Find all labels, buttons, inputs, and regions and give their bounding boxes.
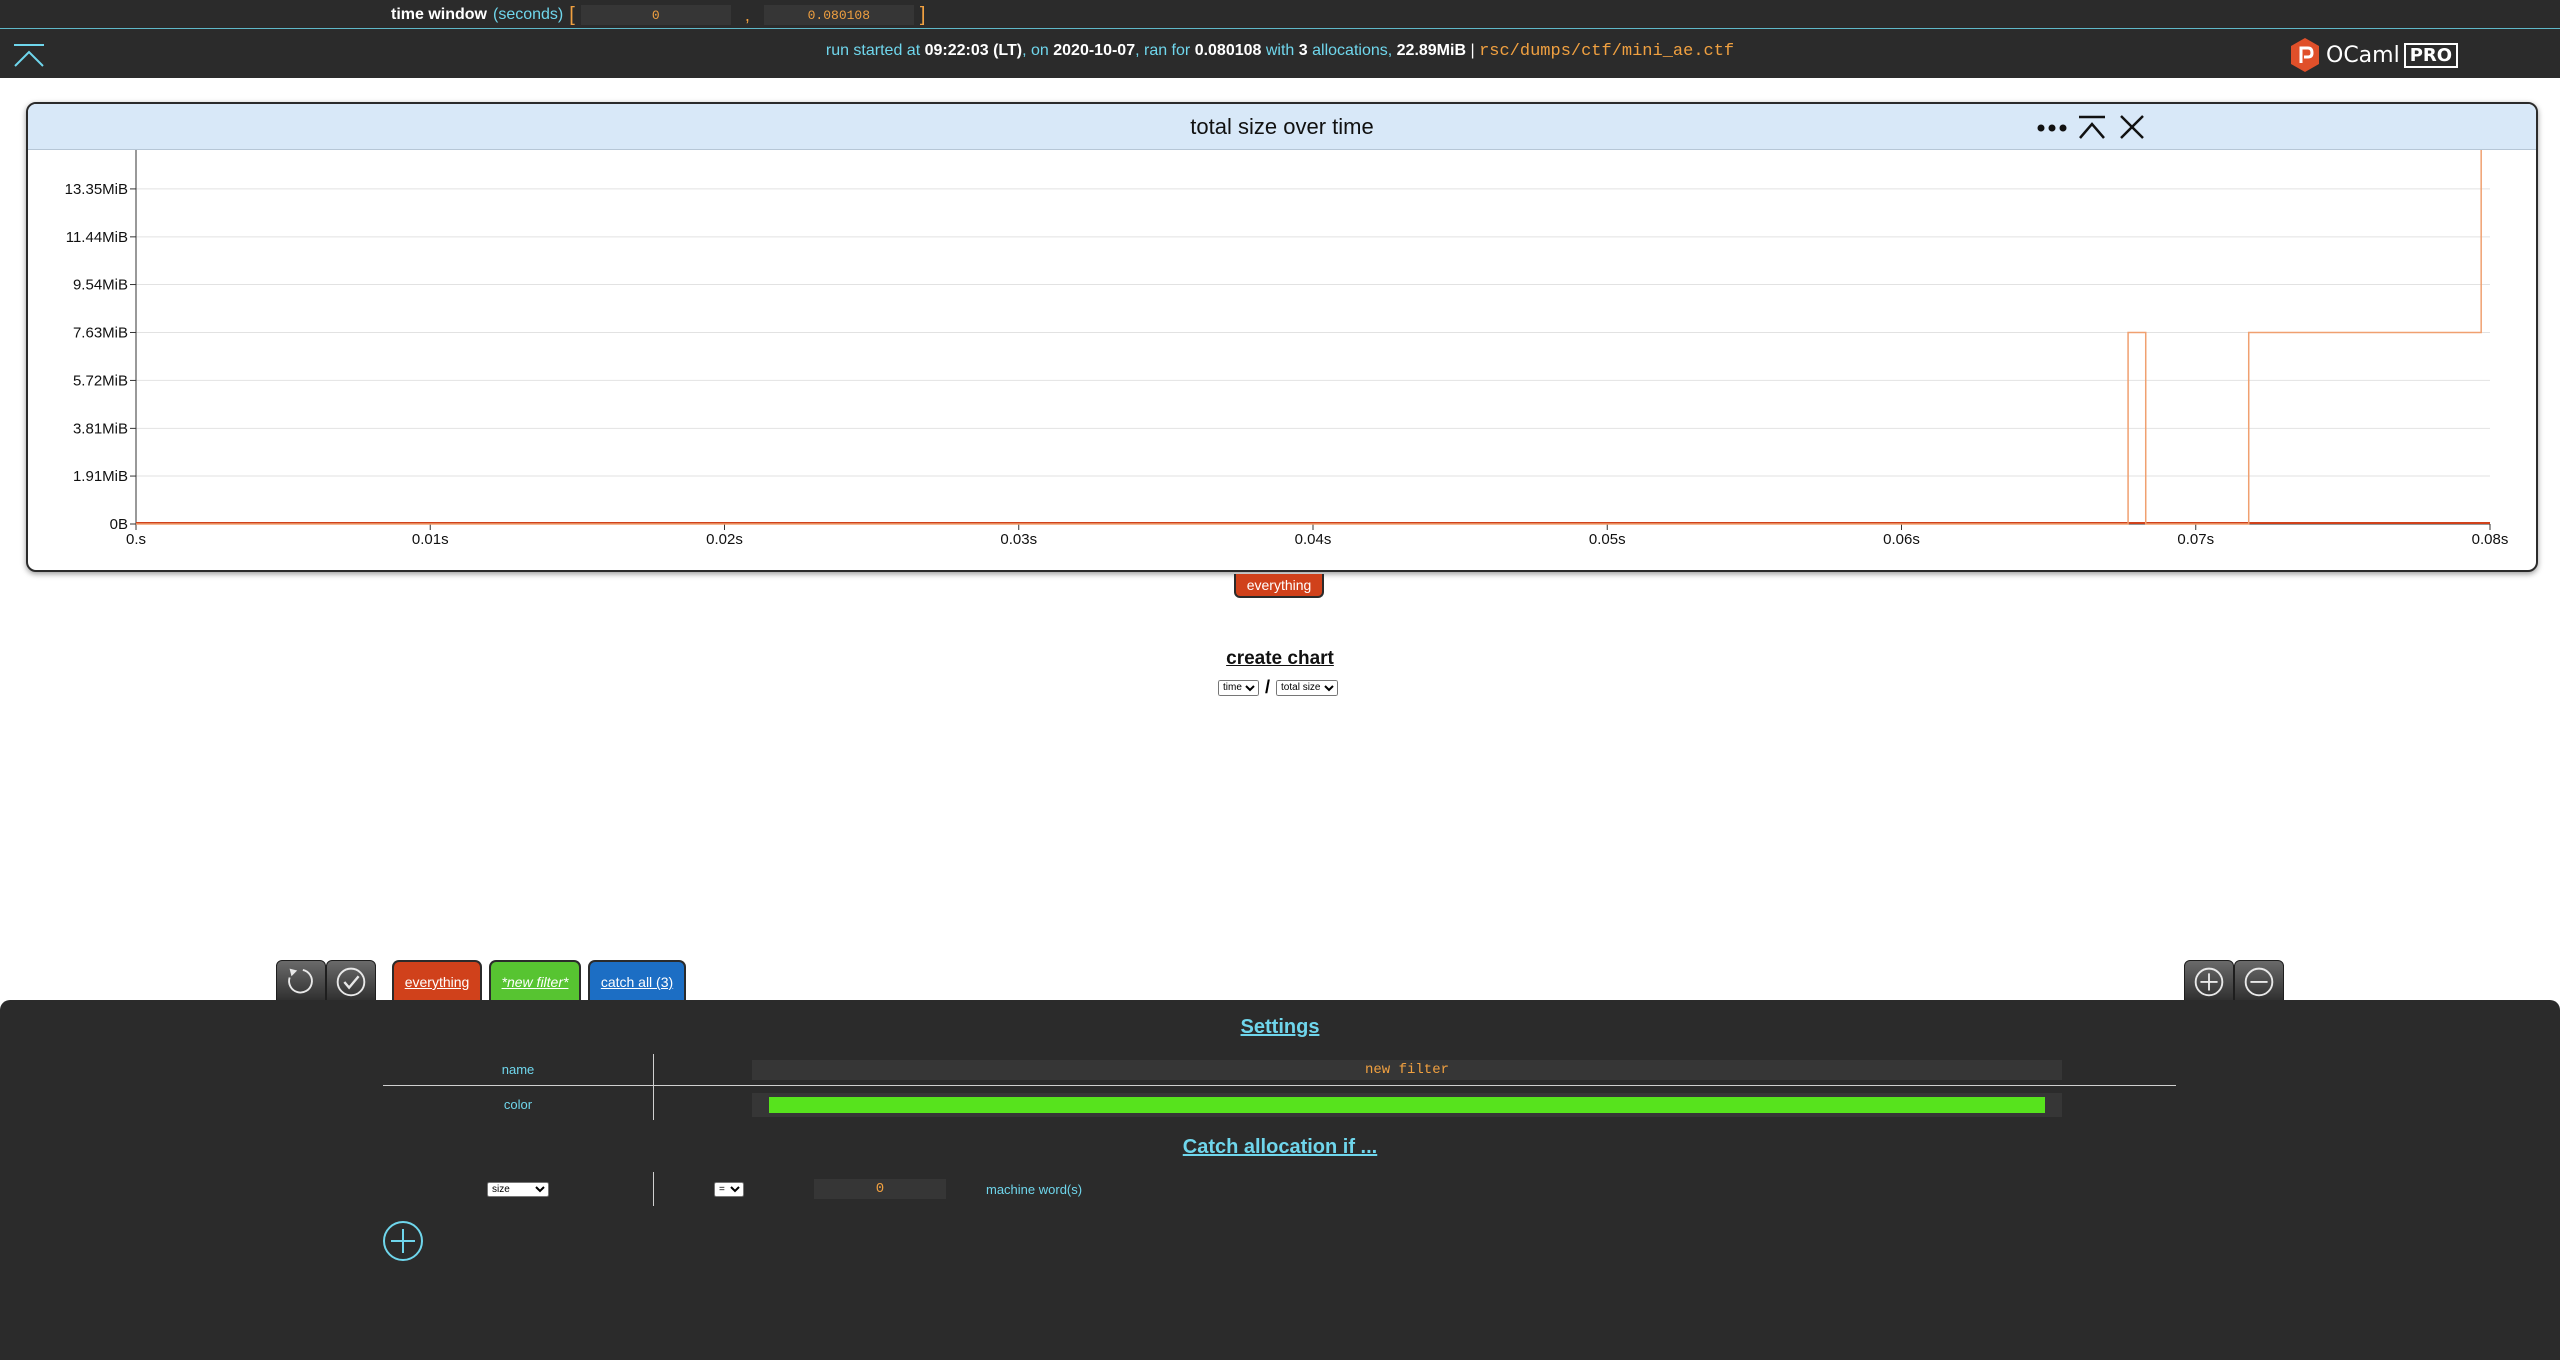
x-tick-label: 0.02s [706,531,743,548]
axis-slash: / [1265,677,1271,697]
chart-title: total size over time [1190,114,1374,139]
time-window-units: (seconds) [493,6,564,23]
y-tick-label: 3.81MiB [73,420,128,437]
color-swatch[interactable] [769,1097,2045,1113]
chart-panel: total size over time 0B 1.91MiB 3.81MiB 5.7… [26,102,2538,572]
settings-title[interactable]: Settings [0,1016,2560,1039]
x-axis-select[interactable]: time [1218,679,1259,696]
time-window-end-input[interactable] [763,5,914,25]
collapse-chart-icon[interactable] [2076,112,2108,142]
chart-legend-everything[interactable]: everything [1234,574,1324,598]
series-line-everything [136,150,2482,525]
filter-name-input[interactable] [752,1060,2062,1080]
filter-tab-catch-all[interactable]: catch all (3) [588,960,686,1002]
y-tick-label: 1.91MiB [73,468,128,485]
y-tick-label: 9.54MiB [73,277,128,294]
more-options-icon[interactable] [2036,112,2068,142]
settings-row-divider [383,1085,2176,1086]
condition-field-select[interactable]: size [487,1182,549,1197]
close-bracket: ] [919,3,926,26]
add-condition-icon[interactable] [382,1220,424,1262]
close-chart-icon[interactable] [2116,112,2148,142]
run-info-sep: | [1470,42,1475,59]
add-filter-button[interactable] [2184,960,2234,1002]
time-window-label: time window [391,6,487,23]
remove-filter-button[interactable] [2234,960,2284,1002]
run-info-allocations: allocations, [1312,42,1393,59]
condition-unit: machine word(s) [986,1182,1083,1197]
x-tick-label: 0.03s [1000,531,1037,548]
total-size-chart: 0B1.91MiB3.81MiB5.72MiB7.63MiB9.54MiB11.… [65,150,2509,548]
y-tick-label: 13.35MiB [65,181,128,198]
undo-button[interactable] [276,960,326,1002]
top-divider [0,28,2560,29]
run-info-prefix: run started at [825,42,921,59]
ocamlpro-logo: OCaml PRO [2290,36,2459,74]
chart-header: total size over time [28,104,2536,150]
condition-operator-select[interactable]: = [714,1182,744,1197]
run-info: run started at 09:22:03 (LT), on 2020-10… [0,42,2560,61]
condition-value-input[interactable] [814,1179,946,1199]
time-window-separator: , [744,4,750,25]
color-picker[interactable] [752,1093,2062,1117]
x-tick-label: 0.06s [1883,531,1920,548]
x-tick-label: 0.05s [1589,531,1626,548]
y-axis-select[interactable]: total size [1276,679,1339,696]
run-start-time: 09:22:03 (LT) [924,42,1023,59]
dump-path: rsc/dumps/ctf/mini_ae.ctf [1479,42,1735,61]
run-info-with: with [1265,42,1295,59]
x-tick-label: 0.s [126,531,146,548]
settings-panel: Settings name color Catch allocation if … [0,1000,2560,1360]
catch-allocation-title[interactable]: Catch allocation if ... [0,1136,2560,1159]
apply-check-button[interactable] [326,960,376,1002]
x-tick-label: 0.07s [2177,531,2214,548]
name-label: name [501,1062,535,1077]
open-bracket: [ [569,3,575,26]
settings-divider [653,1054,654,1120]
create-chart-link[interactable]: create chart [0,648,2560,670]
time-window-start-input[interactable] [580,5,731,25]
time-window-bar: time window (seconds) [ , ] [391,4,931,26]
run-duration: 0.080108 [1194,42,1262,59]
run-total-size: 22.89MiB [1396,42,1467,59]
condition-divider [653,1172,654,1206]
run-date: 2020-10-07 [1053,42,1136,59]
y-tick-label: 5.72MiB [73,372,128,389]
run-alloc-count: 3 [1298,42,1308,59]
run-info-on: , on [1022,42,1049,59]
run-info-ran-for: , ran for [1135,42,1191,59]
create-chart-selectors: time / total size [1218,677,1339,698]
x-tick-label: 0.01s [412,531,449,548]
filter-tab-new-filter[interactable]: *new filter* [489,960,581,1002]
x-tick-label: 0.08s [2472,531,2509,548]
logo-pro-text: PRO [2403,42,2459,68]
logo-ocaml-text: OCaml [2326,42,2400,68]
top-bar: time window (seconds) [ , ] run started … [0,0,2560,78]
y-tick-label: 7.63MiB [73,324,128,341]
filter-tab-everything[interactable]: everything [392,960,482,1002]
ocamlpro-logo-icon [2291,38,2319,72]
color-label: color [503,1097,533,1112]
x-tick-label: 0.04s [1295,531,1332,548]
y-tick-label: 11.44MiB [66,229,128,246]
